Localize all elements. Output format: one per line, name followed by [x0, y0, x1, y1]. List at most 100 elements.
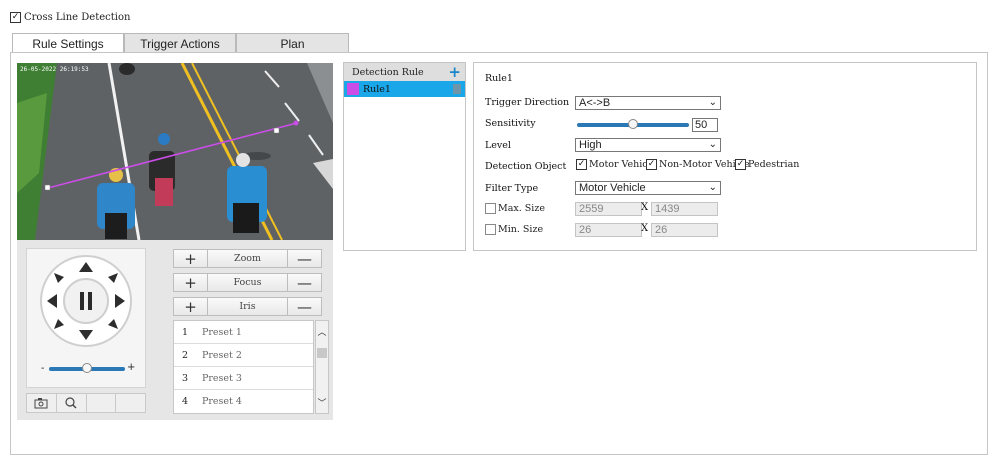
- zoom-label: Zoom: [208, 249, 287, 268]
- max-size-label: Max. Size: [498, 203, 545, 214]
- level-value: High: [579, 139, 602, 151]
- min-width-input[interactable]: 26: [575, 223, 642, 237]
- detection-rule-title: Detection Rule: [352, 66, 424, 78]
- line-handle-mid[interactable]: [273, 127, 280, 134]
- ptz-speed-knob[interactable]: [82, 363, 92, 373]
- iris-open-button[interactable]: +: [173, 297, 208, 316]
- preset-list: 1 Preset 1 2 Preset 2 3 Preset 3 4 Preset 4: [173, 320, 314, 414]
- focus-control: + Focus —: [173, 273, 322, 292]
- max-height-value: 1439: [655, 203, 680, 215]
- speed-max-label: +: [127, 362, 136, 373]
- sensitivity-label: Sensitivity: [485, 118, 536, 129]
- preset-item[interactable]: 1 Preset 1: [174, 321, 313, 344]
- preset-number: 3: [182, 372, 189, 384]
- pedestrian-option[interactable]: ✓ Pedestrian: [735, 159, 799, 170]
- level-select[interactable]: High ⌄: [575, 138, 721, 152]
- motor-vehicle-option[interactable]: ✓ Motor Vehicle: [576, 159, 656, 170]
- max-size-option[interactable]: Max. Size: [485, 203, 545, 214]
- min-size-x: X: [641, 223, 649, 234]
- sensitivity-knob[interactable]: [628, 119, 638, 129]
- zoom-out-button[interactable]: —: [287, 249, 322, 268]
- min-size-checkbox[interactable]: [485, 224, 496, 235]
- focus-far-button[interactable]: —: [287, 273, 322, 292]
- live-video[interactable]: 26-05-2022 26:19:53: [17, 63, 333, 240]
- speed-min-label: -: [41, 363, 45, 374]
- preset-number: 2: [182, 349, 189, 361]
- enable-label: Cross Line Detection: [24, 12, 131, 23]
- pedestrian-label: Pedestrian: [748, 159, 800, 170]
- rule-list-item[interactable]: Rule1: [344, 81, 465, 97]
- min-height-input[interactable]: 26: [651, 223, 718, 237]
- pedestrian-checkbox[interactable]: ✓: [735, 159, 746, 170]
- filter-type-select[interactable]: Motor Vehicle ⌄: [575, 181, 721, 195]
- scroll-down-icon[interactable]: ﹀: [316, 395, 328, 409]
- preset-number: 1: [182, 326, 189, 338]
- sensitivity-input[interactable]: 50: [692, 118, 718, 132]
- preset-name: Preset 1: [202, 326, 242, 338]
- snapshot-icon: [34, 398, 48, 409]
- snapshot-button[interactable]: [27, 394, 57, 412]
- rule-item-name: Rule1: [363, 83, 391, 95]
- chevron-down-icon: ⌄: [708, 139, 717, 150]
- scroll-thumb[interactable]: [317, 348, 327, 358]
- add-rule-button[interactable]: +: [448, 64, 461, 80]
- ptz-tool-row: [26, 393, 146, 413]
- enable-checkbox[interactable]: ✓: [10, 12, 21, 23]
- tool-slot-3[interactable]: [87, 394, 117, 412]
- digital-zoom-button[interactable]: [57, 394, 87, 412]
- tab-bar: Rule Settings Trigger Actions Plan: [12, 33, 349, 54]
- focus-near-button[interactable]: +: [173, 273, 208, 292]
- tab-trigger-actions[interactable]: Trigger Actions: [124, 33, 236, 53]
- detection-rule-header: Detection Rule +: [344, 63, 465, 81]
- trigger-direction-select[interactable]: A<->B ⌄: [575, 96, 721, 110]
- trigger-direction-value: A<->B: [579, 97, 611, 109]
- preset-name: Preset 4: [202, 396, 242, 407]
- tab-rule-settings[interactable]: Rule Settings: [12, 33, 124, 54]
- max-width-value: 2559: [579, 203, 604, 215]
- level-label: Level: [485, 140, 511, 151]
- preset-name: Preset 2: [202, 349, 242, 361]
- tab-plan[interactable]: Plan: [236, 33, 349, 53]
- max-size-x: X: [641, 202, 649, 213]
- focus-label: Focus: [208, 273, 287, 292]
- delete-rule-icon[interactable]: [453, 84, 461, 94]
- cross-line-detection-toggle[interactable]: ✓ Cross Line Detection: [10, 12, 130, 23]
- detection-object-label: Detection Object: [485, 161, 567, 172]
- video-timestamp: 26-05-2022 26:19:53: [20, 66, 89, 73]
- zoom-in-button[interactable]: +: [173, 249, 208, 268]
- iris-control: + Iris —: [173, 297, 322, 316]
- min-size-option[interactable]: Min. Size: [485, 224, 543, 235]
- filter-type-value: Motor Vehicle: [579, 182, 646, 194]
- video-scene: [17, 63, 333, 240]
- tool-slot-4[interactable]: [116, 394, 145, 412]
- preset-scrollbar[interactable]: ︿ ﹀: [315, 320, 329, 414]
- detection-rule-panel: Detection Rule + Rule1: [343, 62, 466, 251]
- ptz-speed-slider[interactable]: [49, 363, 125, 373]
- preset-name: Preset 3: [202, 372, 242, 384]
- sensitivity-value: 50: [695, 119, 708, 131]
- preset-item[interactable]: 3 Preset 3: [174, 367, 313, 390]
- scroll-up-icon[interactable]: ︿: [316, 324, 328, 338]
- chevron-down-icon: ⌄: [708, 97, 717, 108]
- iris-close-button[interactable]: —: [287, 297, 322, 316]
- rule-color-swatch[interactable]: [347, 83, 359, 95]
- max-width-input[interactable]: 2559: [575, 202, 642, 216]
- zoom-control: + Zoom —: [173, 249, 322, 268]
- preset-item[interactable]: 2 Preset 2: [174, 344, 313, 367]
- min-height-value: 26: [655, 224, 668, 236]
- rule-settings-panel: Rule1 Trigger Direction A<->B ⌄ Sensitiv…: [473, 62, 977, 251]
- max-height-input[interactable]: 1439: [651, 202, 718, 216]
- non-motor-vehicle-checkbox[interactable]: ✓: [646, 159, 657, 170]
- preset-number: 4: [182, 396, 189, 407]
- line-handle-a[interactable]: [44, 184, 51, 191]
- motor-vehicle-checkbox[interactable]: ✓: [576, 159, 587, 170]
- chevron-down-icon: ⌄: [708, 182, 717, 193]
- rule-name-heading: Rule1: [485, 73, 513, 84]
- zoom-search-icon: [65, 397, 77, 409]
- sensitivity-slider[interactable]: [577, 119, 689, 129]
- preset-item[interactable]: 4 Preset 4: [174, 390, 313, 413]
- ptz-direction-pad[interactable]: [27, 249, 145, 367]
- line-handle-b[interactable]: [293, 120, 299, 126]
- trigger-direction-label: Trigger Direction: [485, 97, 570, 108]
- max-size-checkbox[interactable]: [485, 203, 496, 214]
